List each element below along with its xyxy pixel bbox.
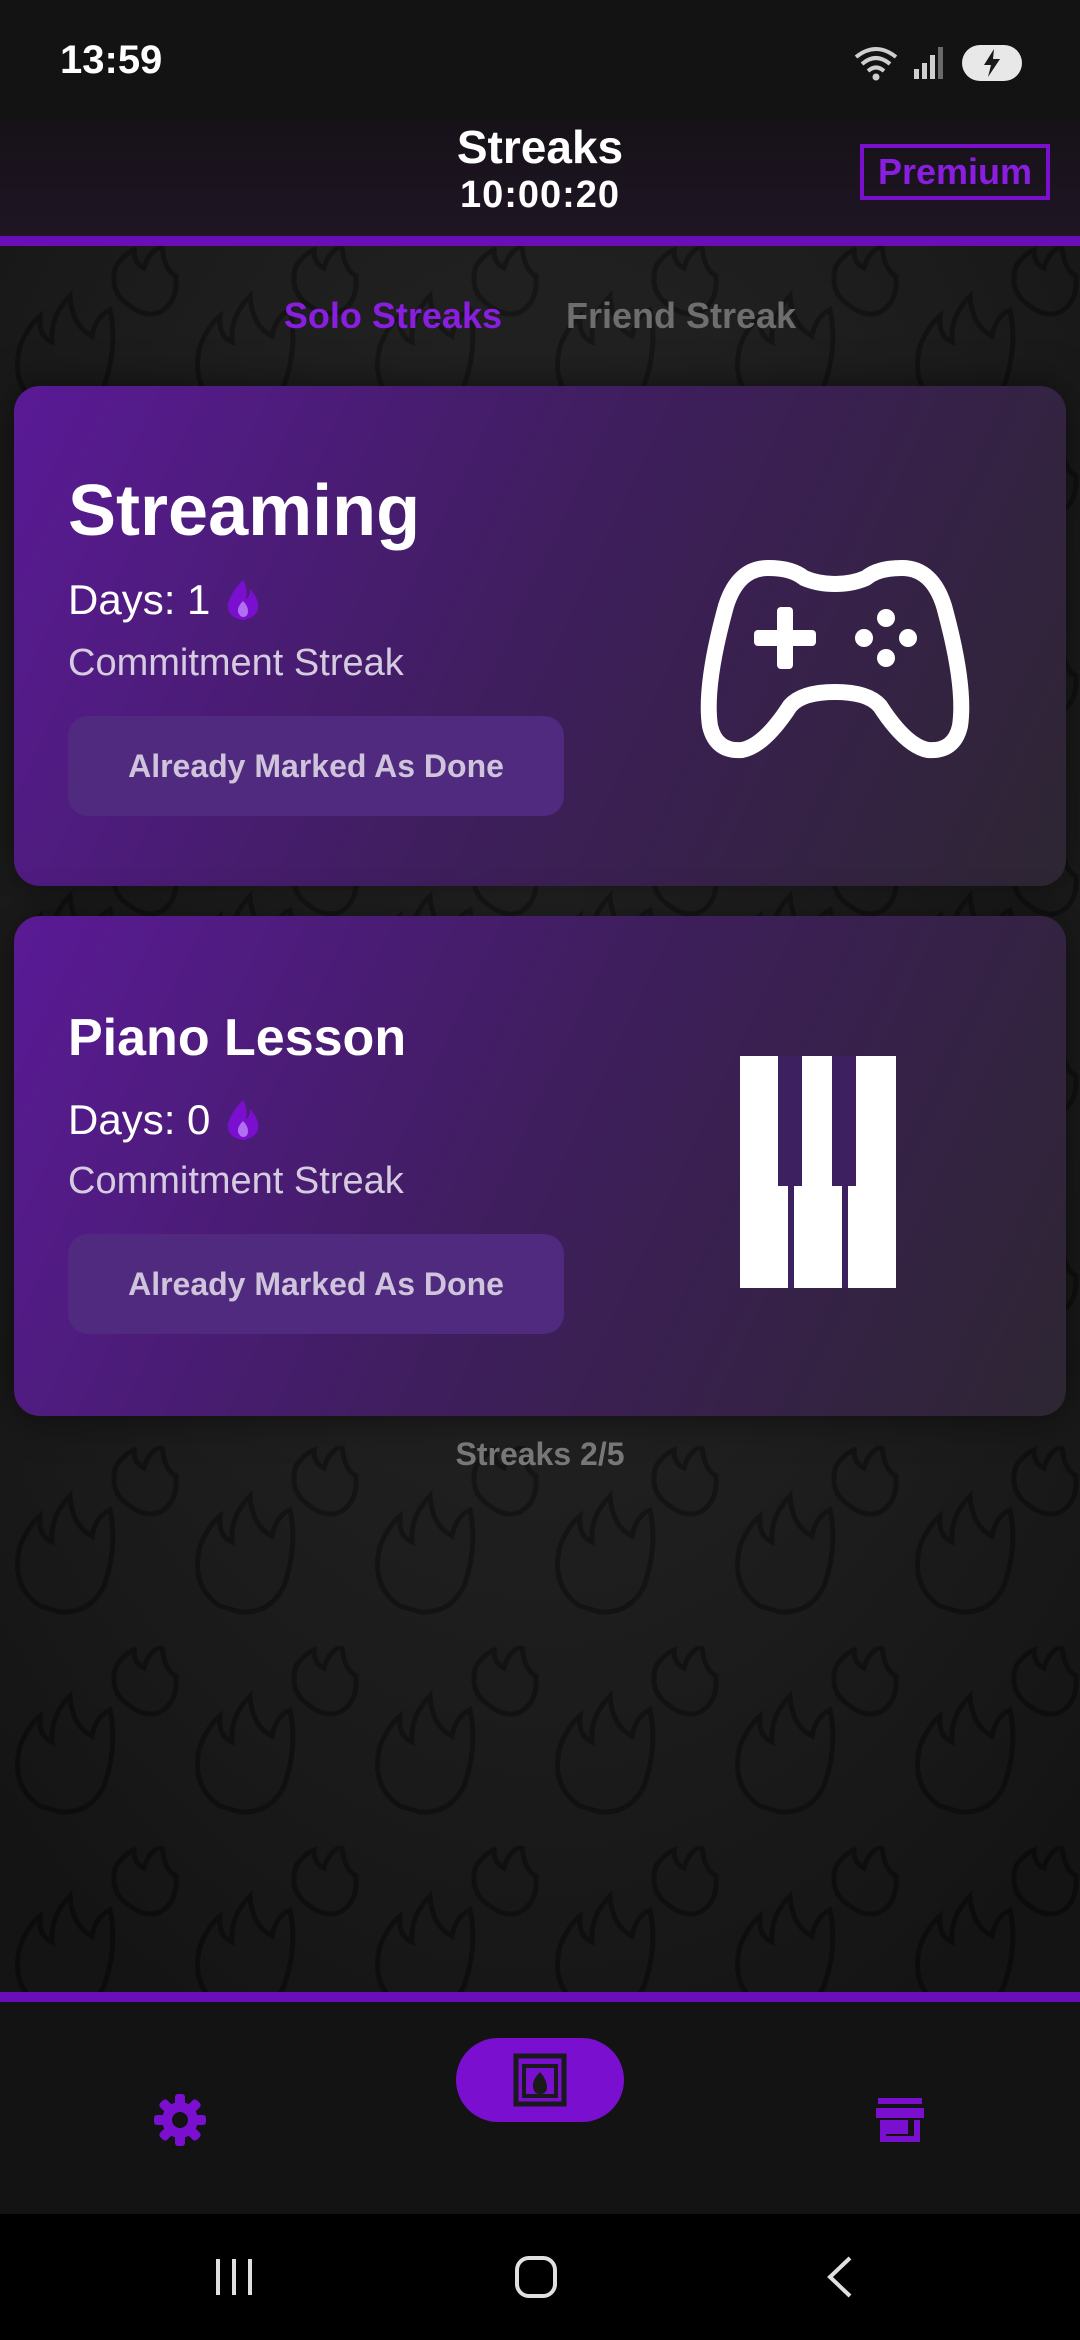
nav-store[interactable] (860, 2080, 940, 2160)
tab-solo-streaks[interactable]: Solo Streaks (284, 286, 502, 346)
store-icon (876, 2098, 924, 2142)
header-divider (0, 236, 1080, 246)
system-home-button[interactable] (496, 2244, 576, 2310)
nav-settings[interactable] (140, 2080, 220, 2160)
status-icons (854, 38, 1024, 88)
piano-icon (740, 1056, 896, 1288)
tab-friend-streak[interactable]: Friend Streak (566, 286, 796, 346)
mark-done-button[interactable]: Already Marked As Done (68, 716, 564, 816)
battery-charging-icon (962, 45, 1022, 81)
flame-icon (228, 580, 259, 620)
flame-icon (228, 1100, 259, 1140)
streak-type: Commitment Streak (68, 642, 404, 684)
streak-tabs: Solo Streaks Friend Streak (0, 286, 1080, 346)
streak-card[interactable]: Piano Lesson Days: 0 Commitment Streak A… (14, 916, 1066, 1416)
nav-streaks-home[interactable] (456, 2038, 624, 2122)
wifi-icon (854, 47, 898, 81)
streak-type: Commitment Streak (68, 1160, 404, 1202)
fireplace-icon (513, 2053, 567, 2107)
streak-card[interactable]: Streaming Days: 1 Commitment Streak Alre… (14, 386, 1066, 886)
settings-icon (154, 2094, 206, 2146)
bottom-nav-divider (0, 1992, 1080, 2002)
app-header: Streaks 10:00:20 Premium (0, 120, 1080, 236)
screen: 13:59 Streaks 10:00:20 Premium Solo Stre… (0, 0, 1080, 2340)
recent-apps-icon (216, 2259, 252, 2295)
streak-title: Piano Lesson (68, 1009, 407, 1067)
bottom-nav (0, 2002, 1080, 2214)
streak-days-label: Days: 1 (68, 576, 211, 623)
signal-icon (914, 47, 943, 79)
status-time: 13:59 (60, 38, 163, 82)
gamepad-icon (700, 560, 970, 759)
streak-days: Days: 0 (68, 1096, 266, 1144)
streak-days-label: Days: 0 (68, 1096, 211, 1143)
streak-days: Days: 1 (68, 576, 266, 624)
recent-apps-button[interactable] (194, 2244, 274, 2310)
system-nav-bar (0, 2214, 1080, 2340)
status-bar: 13:59 (0, 0, 1080, 120)
streak-count: Streaks 2/5 (455, 1436, 625, 1472)
premium-button[interactable]: Premium (859, 144, 1050, 200)
mark-done-button[interactable]: Already Marked As Done (68, 1234, 564, 1334)
streak-title: Streaming (68, 471, 421, 551)
home-icon (515, 2256, 557, 2298)
back-icon (827, 2256, 852, 2298)
system-back-button[interactable] (800, 2244, 880, 2310)
